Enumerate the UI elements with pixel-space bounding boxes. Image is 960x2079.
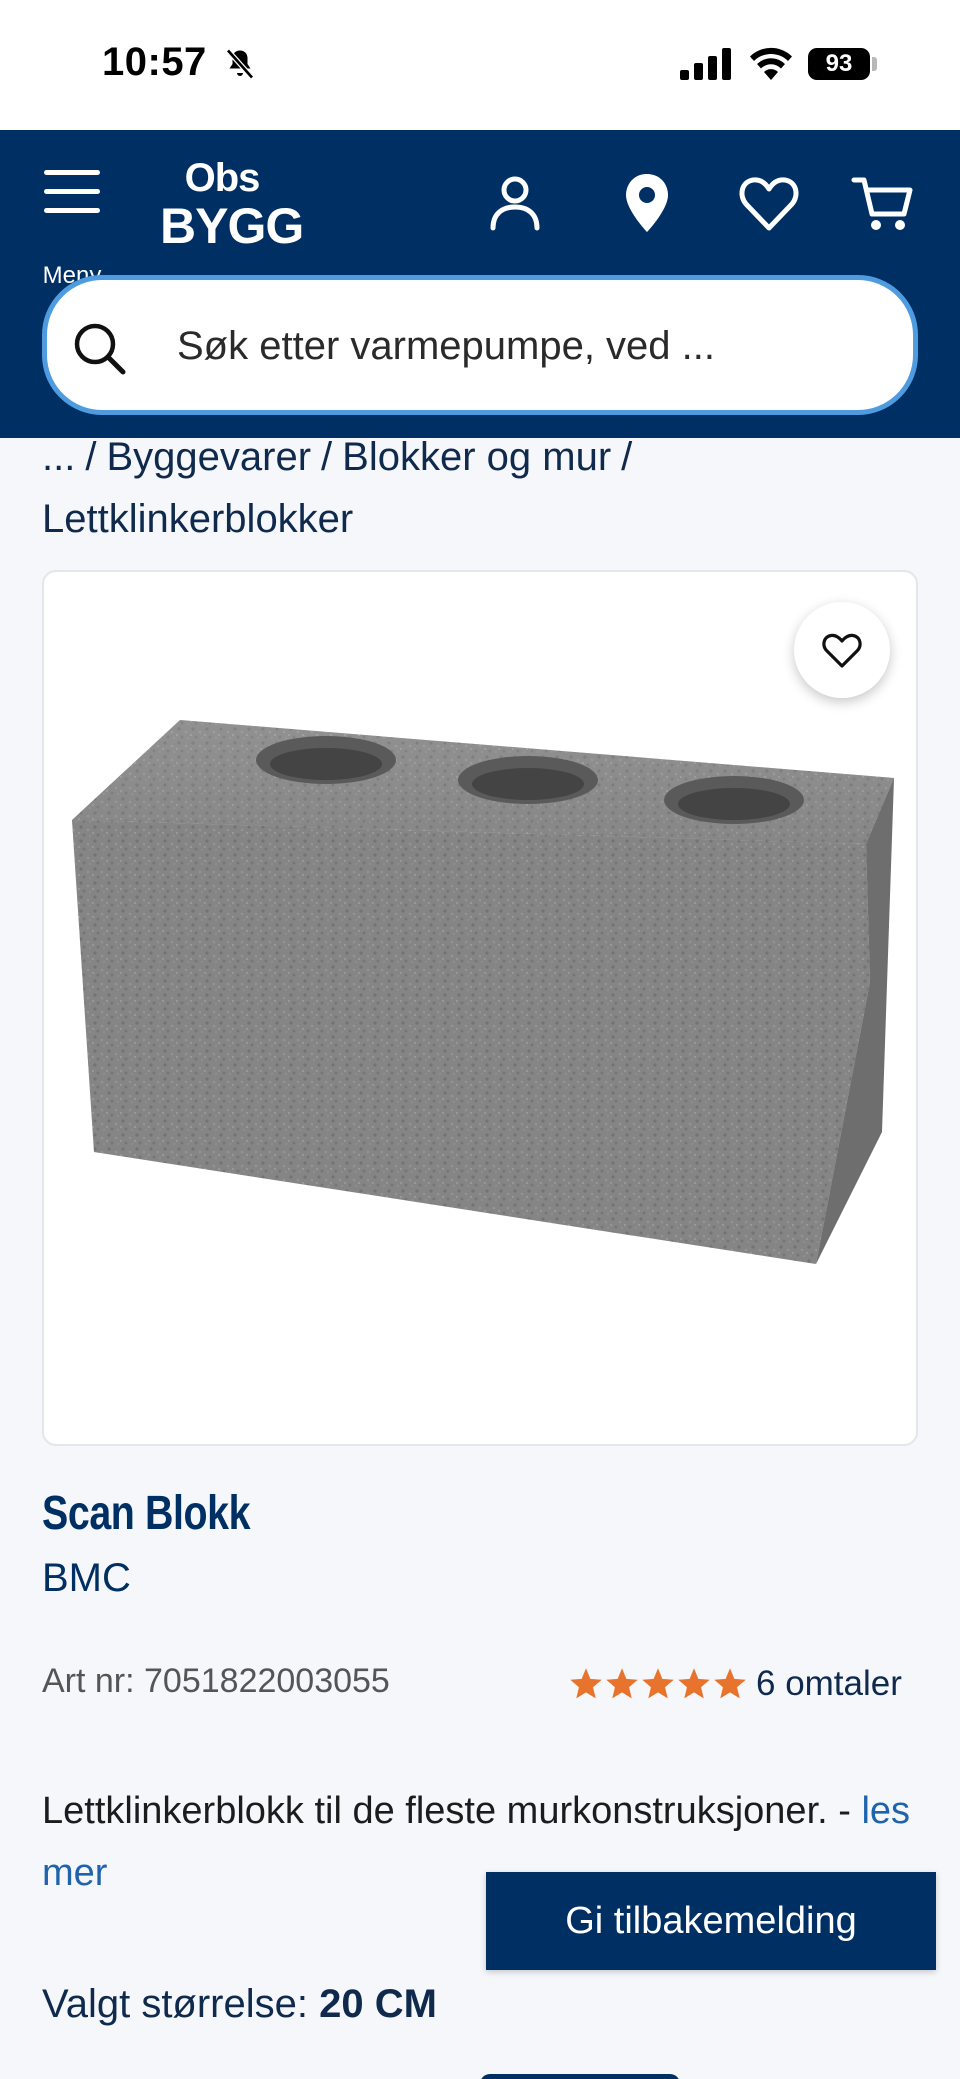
hamburger-icon — [44, 170, 100, 213]
search-placeholder: Søk etter varmepumpe, ved ... — [177, 324, 715, 368]
heart-outline-icon — [822, 633, 862, 668]
article-number: Art nr: 7051822003055 — [42, 1662, 390, 1700]
size-option-peek[interactable] — [480, 2074, 680, 2079]
star-icon — [606, 1668, 638, 1699]
search-icon — [74, 323, 126, 375]
breadcrumb-separator: / — [85, 435, 97, 479]
obs-bygg-logo[interactable]: Obs BYGG — [160, 156, 304, 260]
heart-icon[interactable] — [736, 170, 802, 236]
wifi-icon — [750, 47, 792, 80]
star-icon — [678, 1668, 710, 1699]
reviews-link[interactable]: 6 omtaler — [756, 1664, 902, 1704]
product-title: Scan Blokk — [42, 1487, 251, 1540]
user-icon[interactable] — [482, 170, 548, 236]
cart-icon[interactable] — [850, 170, 916, 236]
size-label: Valgt størrelse: — [42, 1982, 308, 2026]
selected-size: Valgt størrelse: 20 CM — [42, 1982, 437, 2027]
bell-muted-icon — [226, 48, 254, 80]
signal-icon — [680, 48, 731, 80]
site-header: Meny Obs BYGG Søk etter varmepumpe, ved … — [0, 130, 960, 438]
search-input[interactable]: Søk etter varmepumpe, ved ... — [42, 275, 918, 415]
status-bar: 10:57 93 — [0, 0, 960, 130]
logo-obs-text: Obs — [184, 156, 261, 200]
breadcrumb-blokker-og-mur[interactable]: Blokker og mur — [342, 435, 611, 479]
logo-bygg-text: BYGG — [160, 198, 304, 254]
description-text: Lettklinkerblokk til de fleste murkonstr… — [42, 1790, 851, 1832]
product-rating[interactable]: 6 omtaler — [568, 1664, 902, 1704]
breadcrumb-byggevarer[interactable]: Byggevarer — [106, 435, 311, 479]
favorite-button[interactable] — [794, 602, 890, 698]
battery-icon: 93 — [808, 48, 870, 80]
breadcrumb-lettklinkerblokker[interactable]: Lettklinkerblokker — [42, 497, 353, 541]
feedback-button[interactable]: Gi tilbakemelding — [486, 1872, 936, 1970]
battery-cap — [872, 57, 877, 71]
star-icon — [570, 1668, 602, 1699]
menu-button[interactable]: Meny — [30, 170, 114, 289]
status-time: 10:57 — [102, 40, 207, 84]
breadcrumb-separator: / — [321, 435, 333, 479]
product-image-card — [42, 570, 918, 1446]
product-brand[interactable]: BMC — [42, 1556, 131, 1601]
breadcrumb-ellipsis[interactable]: ... — [42, 435, 75, 479]
location-pin-icon[interactable] — [614, 170, 680, 236]
star-icon — [642, 1668, 674, 1699]
size-value: 20 CM — [319, 1982, 437, 2026]
star-icon — [714, 1668, 746, 1699]
breadcrumb-separator: / — [621, 435, 633, 479]
breadcrumb: ... / Byggevarer / Blokker og mur / Lettklinke… — [42, 426, 922, 550]
product-image[interactable] — [64, 712, 894, 1272]
